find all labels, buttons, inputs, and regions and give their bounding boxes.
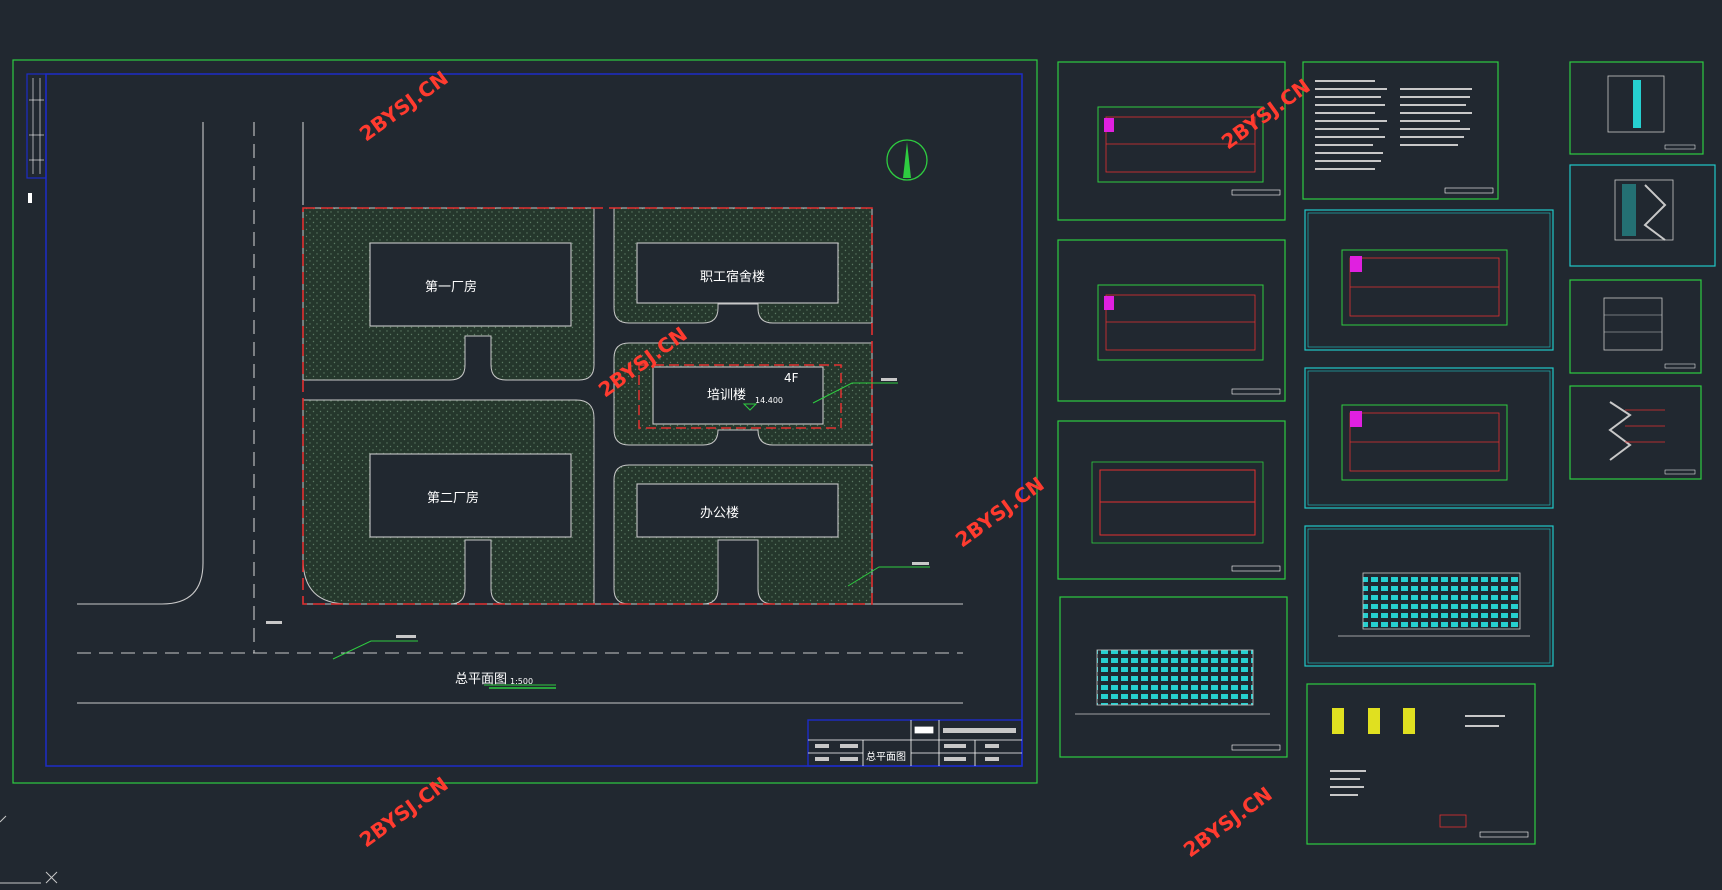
building-label-plant-2: 第二厂房	[427, 490, 479, 506]
cad-model-space[interactable]: 第一厂房 职工宿舍楼 培训楼 第二厂房 办公楼 4F 14.400 总平面图 1…	[0, 0, 1722, 890]
drawing-scale: 1:500	[510, 677, 533, 686]
sheet-floor-plan-2[interactable]	[1057, 239, 1286, 402]
ucs-icon	[0, 815, 58, 884]
sheet-details[interactable]	[1306, 683, 1536, 845]
sheet-elevation-2[interactable]	[1304, 525, 1554, 667]
binding-strip	[26, 73, 47, 203]
sheet-floor-plan-3[interactable]	[1304, 209, 1554, 351]
sheet-stair-section[interactable]	[1569, 164, 1716, 267]
building-label-office: 办公楼	[700, 506, 739, 521]
training-floors: 4F	[784, 371, 799, 385]
sheet-design-notes[interactable]	[1302, 61, 1499, 200]
title-block	[807, 719, 1023, 767]
main-sheet[interactable]: 第一厂房 职工宿舍楼 培训楼 第二厂房 办公楼 4F 14.400 总平面图 1…	[12, 59, 1038, 784]
sheet-elevation-1[interactable]	[1059, 596, 1288, 758]
sheet-section-2[interactable]	[1569, 279, 1702, 374]
sheet-section-1[interactable]	[1569, 61, 1704, 155]
training-elevation: 14.400	[755, 396, 783, 405]
title-block-drawing-name: 总平面图	[866, 750, 906, 763]
drawing-title: 总平面图	[455, 672, 507, 687]
sheet-floor-plan-1[interactable]	[1057, 61, 1286, 221]
watermark-1: 2BYSJ.CN	[355, 66, 453, 146]
watermark-6: 2BYSJ.CN	[1179, 782, 1277, 862]
watermark-5: 2BYSJ.CN	[355, 772, 453, 852]
building-label-dormitory: 职工宿舍楼	[700, 269, 765, 285]
sheet-floor-plan-4[interactable]	[1304, 367, 1554, 509]
watermark-4: 2BYSJ.CN	[1217, 74, 1315, 154]
building-label-training: 培训楼	[707, 387, 746, 403]
building-label-plant-1: 第一厂房	[425, 279, 477, 295]
north-arrow-icon	[886, 139, 928, 181]
watermark-3: 2BYSJ.CN	[951, 472, 1049, 552]
sheet-stair-detail[interactable]	[1569, 385, 1702, 480]
sheet-roof-plan[interactable]	[1057, 420, 1286, 580]
